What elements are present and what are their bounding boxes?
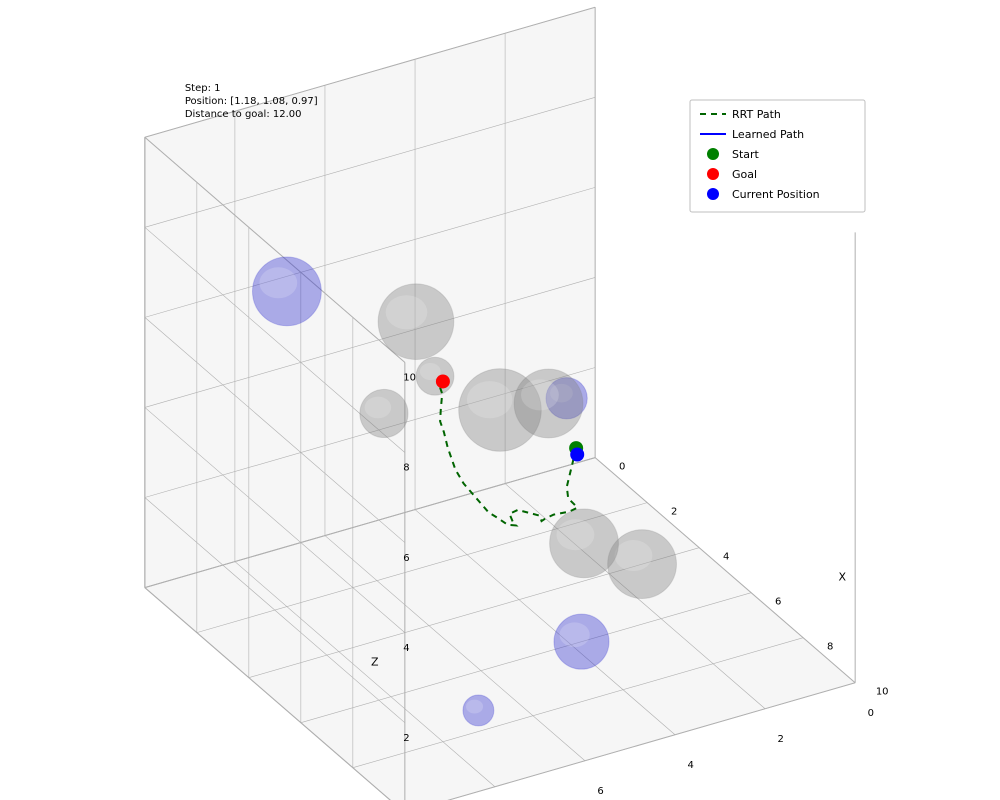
obstacle-sphere <box>463 695 494 726</box>
chart-canvas: 000222444666888101010XYZStep: 1Position:… <box>0 0 1000 800</box>
info-step: Step: 1 <box>185 83 221 94</box>
obstacle-sphere <box>378 284 454 360</box>
obstacle-sphere <box>360 389 408 437</box>
svg-text:6: 6 <box>597 786 603 797</box>
legend-learned: Learned Path <box>732 128 804 141</box>
svg-text:4: 4 <box>723 551 729 562</box>
legend-goal: Goal <box>732 168 757 181</box>
svg-text:4: 4 <box>403 643 409 654</box>
svg-text:10: 10 <box>876 686 889 697</box>
current-position-marker <box>570 448 584 462</box>
svg-text:2: 2 <box>671 506 677 517</box>
plot-svg: 000222444666888101010XYZStep: 1Position:… <box>0 0 1000 800</box>
svg-text:6: 6 <box>403 553 409 564</box>
svg-text:8: 8 <box>403 463 409 474</box>
svg-text:4: 4 <box>687 760 693 771</box>
x-axis-label: X <box>838 570 846 583</box>
legend-rrt: RRT Path <box>732 108 781 121</box>
svg-text:8: 8 <box>827 641 833 652</box>
svg-text:2: 2 <box>403 733 409 744</box>
info-position: Position: [1.18, 1.08, 0.97] <box>185 96 318 107</box>
svg-text:2: 2 <box>778 734 784 745</box>
obstacle-sphere <box>554 614 609 669</box>
goal-marker <box>436 374 450 388</box>
obstacle-sphere <box>550 509 619 578</box>
svg-text:0: 0 <box>619 461 625 472</box>
svg-text:10: 10 <box>403 373 416 384</box>
legend-current: Current Position <box>732 188 820 201</box>
info-distance: Distance to goal: 12.00 <box>185 109 302 120</box>
svg-text:6: 6 <box>775 596 781 607</box>
z-axis-label: Z <box>371 656 379 669</box>
obstacle-sphere <box>253 257 322 326</box>
obstacle-sphere <box>514 369 583 438</box>
obstacle-sphere <box>416 357 454 395</box>
legend-start: Start <box>732 148 760 161</box>
legend: RRT Path Learned Path Start Goal Current Pos… <box>690 100 865 212</box>
svg-text:0: 0 <box>868 708 874 719</box>
